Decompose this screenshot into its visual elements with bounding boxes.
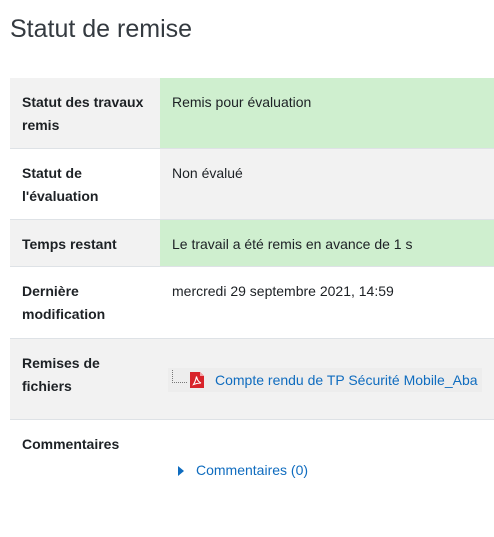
pdf-icon (189, 371, 205, 389)
caret-right-icon[interactable] (178, 465, 184, 476)
comments-toggle[interactable]: Commentaires (0) (172, 459, 482, 482)
comments-cell: Commentaires (0) (160, 420, 494, 500)
comments-link[interactable]: Commentaires (0) (196, 459, 308, 482)
last-modified-value: mercredi 29 septembre 2021, 14:59 (172, 283, 394, 299)
submitted-file-link[interactable]: Compte rendu de TP Sécurité Mobile_Aba (215, 369, 478, 392)
tree-connector (172, 369, 187, 383)
file-submissions-cell: Compte rendu de TP Sécurité Mobile_Aba (160, 339, 494, 419)
table-row-comments: Commentaires Commentaires (0) (10, 420, 494, 500)
row-label-last-modified: Dernière modification (22, 283, 106, 322)
table-row-grading-status: Statut de l'évaluation Non évalué (10, 149, 494, 220)
submission-status-table: Statut des travaux remis Remis pour éval… (10, 78, 494, 500)
table-row-file-submissions: Remises de fichiers Compte rendu de TP S… (10, 339, 494, 420)
row-label-file-submissions: Remises de fichiers (22, 355, 100, 394)
row-label-grading-status: Statut de l'évaluation (22, 165, 99, 204)
row-label-submission-status: Statut des travaux remis (22, 94, 144, 133)
grading-status-value: Non évalué (160, 149, 494, 219)
table-row-last-modified: Dernière modification mercredi 29 septem… (10, 267, 494, 339)
submission-status-page: Statut de remise Statut des travaux remi… (0, 0, 494, 537)
row-label-comments: Commentaires (22, 436, 120, 452)
submission-status-value: Remis pour évaluation (160, 78, 494, 148)
page-title: Statut de remise (10, 15, 193, 43)
time-remaining-value: Le travail a été remis en avance de 1 s (160, 220, 494, 266)
file-tree-item: Compte rendu de TP Sécurité Mobile_Aba (168, 368, 482, 392)
table-row-time-remaining: Temps restant Le travail a été remis en … (10, 220, 494, 267)
row-label-time-remaining: Temps restant (22, 236, 117, 252)
table-row-submission-status: Statut des travaux remis Remis pour éval… (10, 78, 494, 149)
